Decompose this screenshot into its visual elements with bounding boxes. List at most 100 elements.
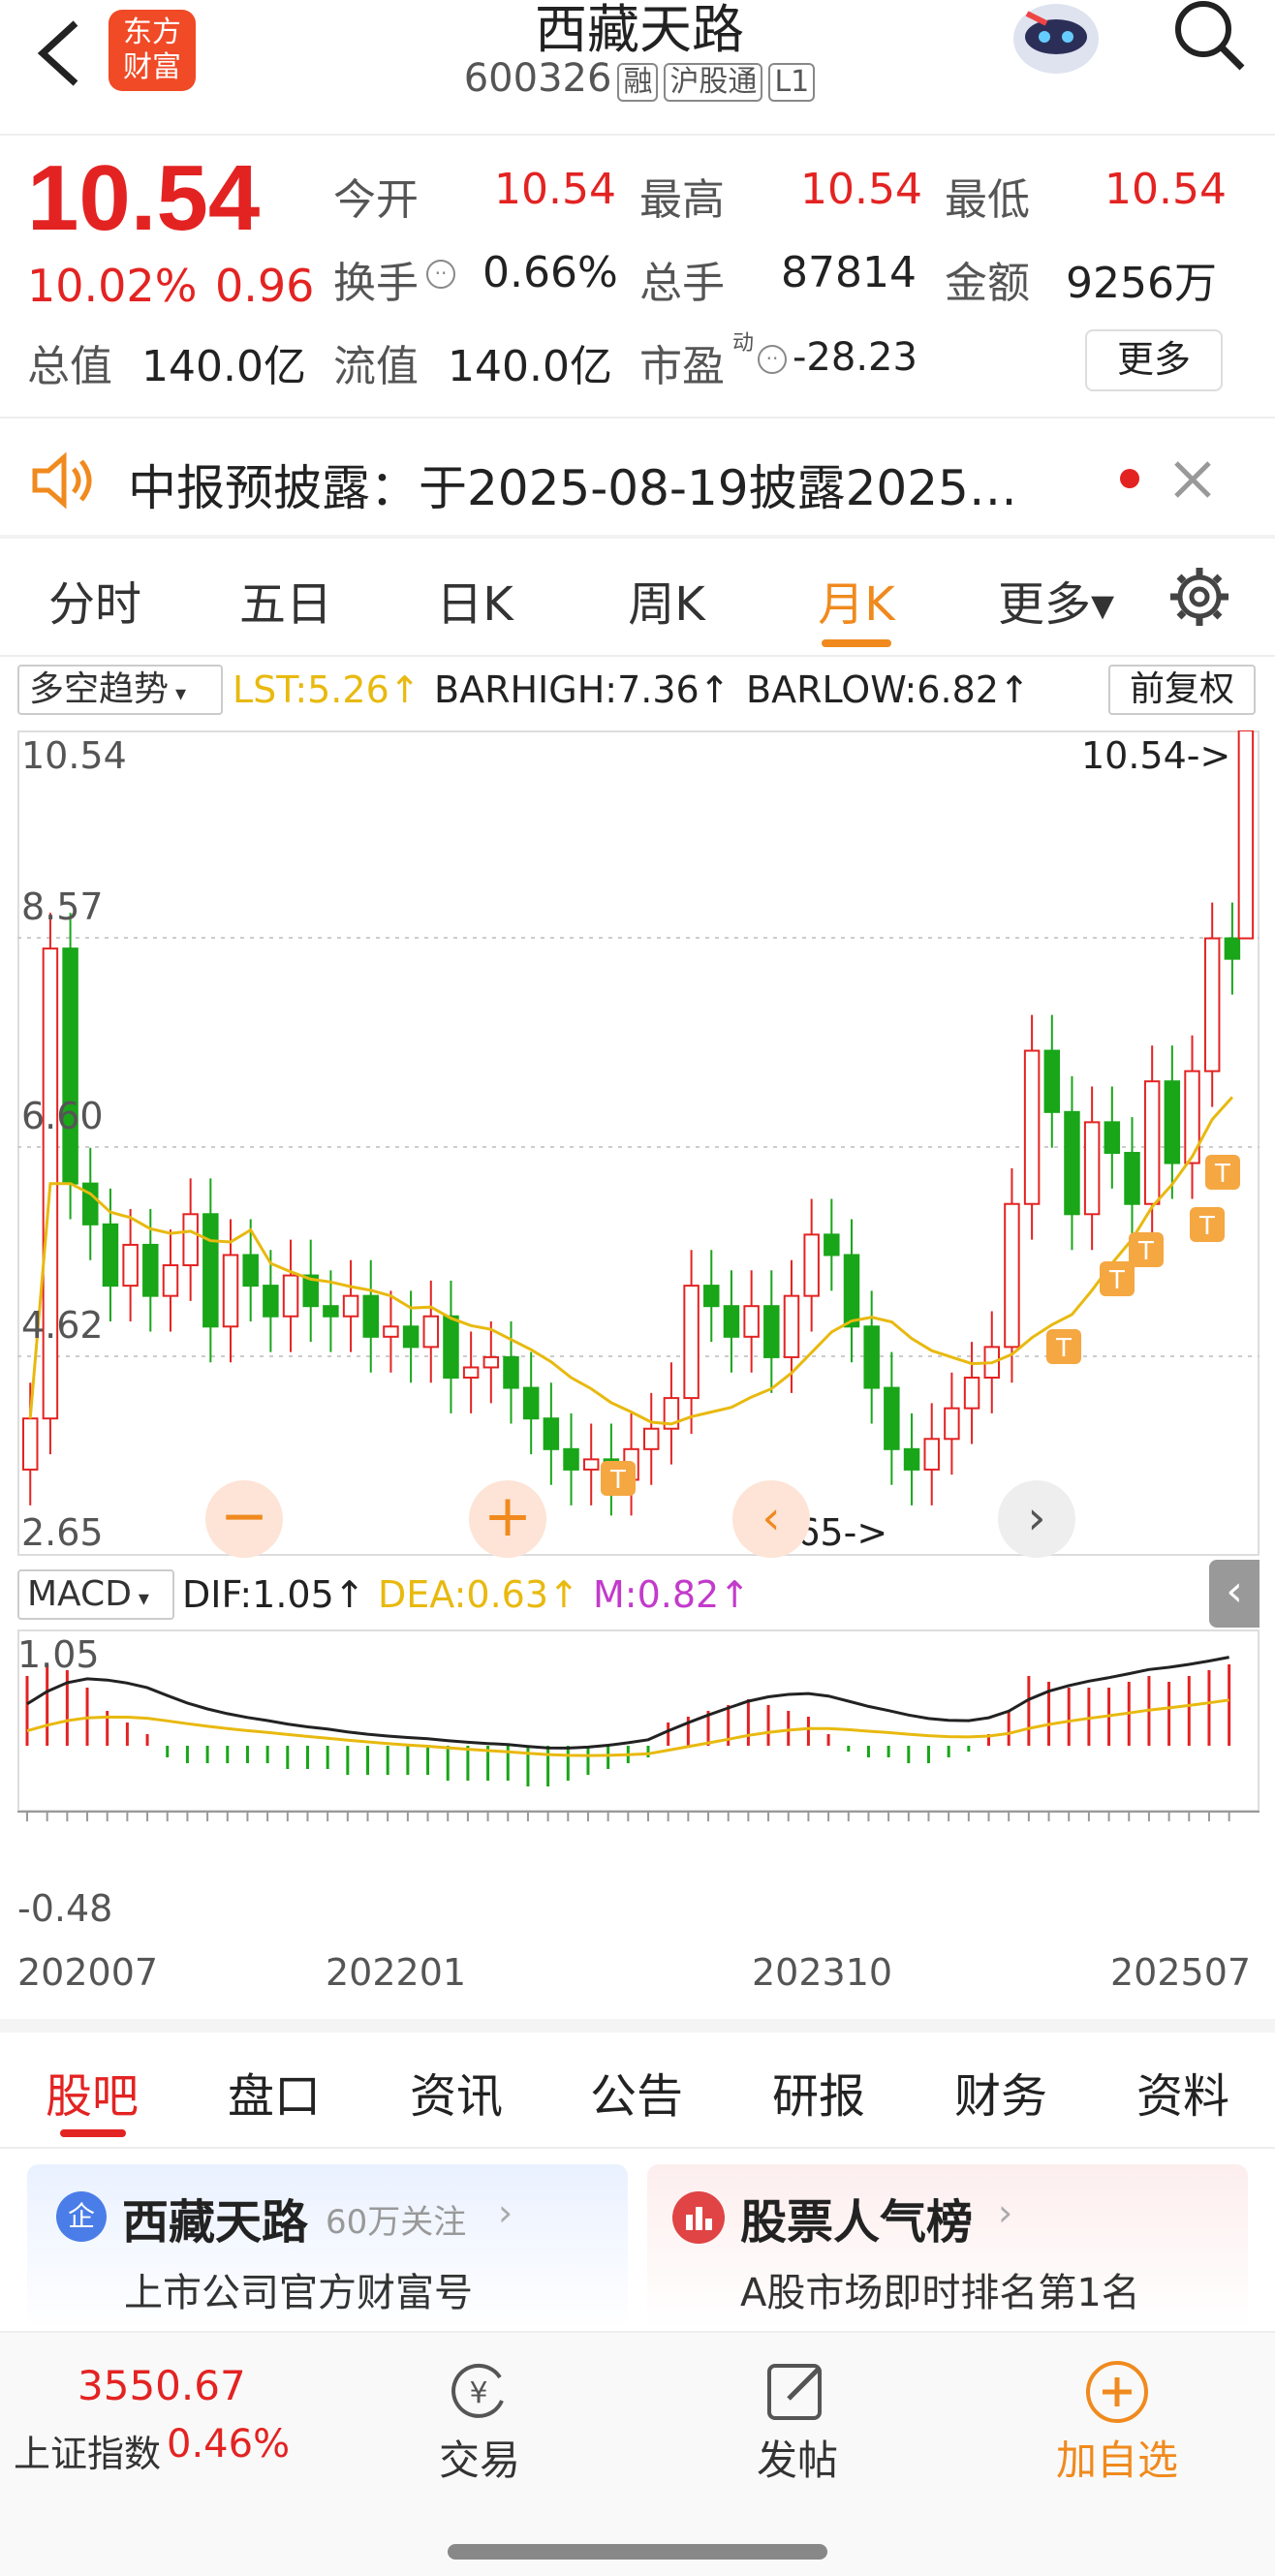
stock-title: 西藏天路 — [535, 0, 744, 60]
collapse-panel-button[interactable]: ‹ — [1209, 1560, 1259, 1628]
y-label-2: 8.57 — [21, 885, 104, 928]
dif-value: DIF:1.05↑ — [182, 1573, 365, 1616]
company-followers: 60万关注 — [326, 2203, 467, 2242]
candlestick-chart[interactable]: TTTTTT — [17, 730, 1259, 1556]
x-label-3: 202310 — [752, 1951, 893, 1994]
low-label: 最低 — [945, 175, 1030, 225]
tab-daily-k[interactable]: 日K — [407, 566, 543, 634]
zoom-in-button[interactable]: + — [469, 1480, 546, 1558]
add-watchlist-icon[interactable] — [1083, 2358, 1151, 2426]
tab-announcements[interactable]: 公告 — [574, 2058, 700, 2126]
stock-code: 600326 — [463, 56, 612, 101]
tag-hk-connect: 沪股通 — [664, 63, 763, 102]
pe-label: 市盈 — [639, 342, 725, 391]
back-icon[interactable] — [29, 19, 87, 87]
svg-text:¥: ¥ — [469, 2376, 487, 2410]
popularity-card-subtitle: A股市场即时排名第1名 — [740, 2271, 1140, 2315]
close-icon[interactable] — [1168, 455, 1217, 504]
high-label: 最高 — [639, 175, 725, 225]
indicator-select[interactable]: 多空趋势 ▾ — [17, 665, 223, 715]
pe-value: -28.23 — [793, 335, 917, 380]
svg-text:T: T — [1108, 1266, 1125, 1295]
tag-margin: 融 — [617, 63, 659, 102]
svg-text:T: T — [609, 1466, 626, 1495]
tab-news[interactable]: 资讯 — [393, 2058, 519, 2126]
notice-text[interactable]: 中报预披露：于2025-08-19披露2025… — [128, 450, 1116, 519]
search-icon[interactable] — [1170, 0, 1248, 74]
float-cap-value: 140.0亿 — [448, 342, 612, 391]
open-label: 今开 — [333, 175, 419, 225]
tab-forum[interactable]: 股吧 — [29, 2058, 155, 2126]
info-icon[interactable]: ·· — [426, 260, 455, 289]
enterprise-badge-icon: 企 — [56, 2191, 107, 2242]
y-label-max: 10.54 — [21, 734, 127, 777]
chevron-right-icon: › — [998, 2191, 1013, 2234]
macd-y-min: -0.48 — [17, 1887, 113, 1930]
popularity-card[interactable]: 股票人气榜 › A股市场即时排名第1名 — [647, 2164, 1248, 2329]
macd-y-max: 1.05 — [17, 1633, 100, 1676]
tab-intraday[interactable]: 分时 — [27, 566, 163, 634]
scroll-right-button[interactable]: › — [998, 1480, 1075, 1558]
info-icon[interactable]: ·· — [758, 345, 787, 374]
unread-dot — [1120, 469, 1139, 488]
barhigh-value: BARHIGH:7.36↑ — [434, 668, 731, 711]
x-label-2: 202201 — [326, 1951, 467, 1994]
settings-gear-icon[interactable] — [1168, 566, 1230, 628]
post-icon[interactable] — [765, 2358, 829, 2422]
trade-icon[interactable]: ¥ — [442, 2360, 515, 2422]
robot-assistant-icon[interactable] — [1008, 0, 1104, 78]
company-card-subtitle: 上市公司官方财富号 — [124, 2271, 473, 2315]
company-card-title: 西藏天路 — [122, 2195, 309, 2250]
company-card[interactable]: 企 西藏天路 60万关注 › 上市公司官方财富号 — [27, 2164, 628, 2329]
change-percent: 10.02% — [27, 260, 198, 312]
adjust-mode-button[interactable]: 前复权 — [1108, 665, 1256, 715]
tab-research[interactable]: 研报 — [756, 2058, 882, 2126]
y-label-4: 4.62 — [21, 1304, 104, 1347]
bottom-nav: 3550.67 上证指数 0.46% ¥ 交易 发帖 加自选 — [0, 2331, 1275, 2576]
trade-button[interactable]: 交易 — [426, 2428, 533, 2487]
forum-tab-indicator — [60, 2129, 126, 2137]
market-cap-label: 总值 — [27, 342, 112, 391]
macd-chart — [17, 1629, 1259, 1821]
tab-order-book[interactable]: 盘口 — [211, 2058, 337, 2126]
svg-text:T: T — [1198, 1212, 1215, 1241]
tab-monthly-k[interactable]: 月K — [789, 566, 924, 634]
popularity-card-title: 股票人气榜 — [740, 2195, 974, 2250]
more-button[interactable]: 更多 — [1085, 329, 1223, 391]
turnover-label: 换手 — [333, 259, 419, 308]
svg-text:T: T — [1214, 1160, 1230, 1189]
index-value[interactable]: 3550.67 — [78, 2362, 246, 2409]
turnover-value: 0.66% — [482, 248, 618, 297]
zoom-out-button[interactable]: − — [205, 1480, 283, 1558]
tab-five-day[interactable]: 五日 — [218, 566, 354, 634]
tab-weekly-k[interactable]: 周K — [599, 566, 734, 634]
tab-financials[interactable]: 财务 — [938, 2058, 1064, 2126]
tab-profile[interactable]: 资料 — [1120, 2058, 1246, 2126]
lst-value: LST:5.26↑ — [233, 668, 420, 711]
post-button[interactable]: 发帖 — [744, 2428, 851, 2487]
stock-code-row: 600326 融沪股通 L1 — [446, 56, 833, 102]
brand-logo: 东方 财富 — [109, 10, 196, 91]
y-label-3: 6.60 — [21, 1095, 104, 1137]
top-bar: 东方 财富 西藏天路 600326 融沪股通 L1 — [0, 0, 1275, 136]
svg-text:T: T — [1137, 1237, 1154, 1266]
volume-value: 87814 — [781, 248, 917, 297]
amount-value: 9256万 — [1066, 259, 1217, 308]
low-value: 10.54 — [1104, 165, 1227, 214]
market-cap-value: 140.0亿 — [141, 342, 306, 391]
home-indicator — [448, 2544, 827, 2560]
add-watchlist-button[interactable]: 加自选 — [1044, 2428, 1190, 2487]
x-label-4: 202507 — [1110, 1951, 1252, 1994]
macd-select[interactable]: MACD ▾ — [17, 1569, 174, 1620]
tab-more[interactable]: 更多▾ — [988, 566, 1124, 634]
index-change[interactable]: 0.46% — [167, 2422, 290, 2467]
speaker-icon — [29, 451, 97, 510]
change-amount: 0.96 — [215, 260, 315, 312]
scroll-left-button[interactable]: ‹ — [732, 1480, 810, 1558]
pe-sup: 动 — [732, 331, 755, 356]
index-name[interactable]: 上证指数 — [14, 2424, 161, 2477]
tag-level: L1 — [768, 63, 816, 102]
volume-label: 总手 — [639, 259, 725, 308]
current-price: 10.54 — [27, 146, 261, 250]
barlow-value: BARLOW:6.82↑ — [746, 668, 1030, 711]
